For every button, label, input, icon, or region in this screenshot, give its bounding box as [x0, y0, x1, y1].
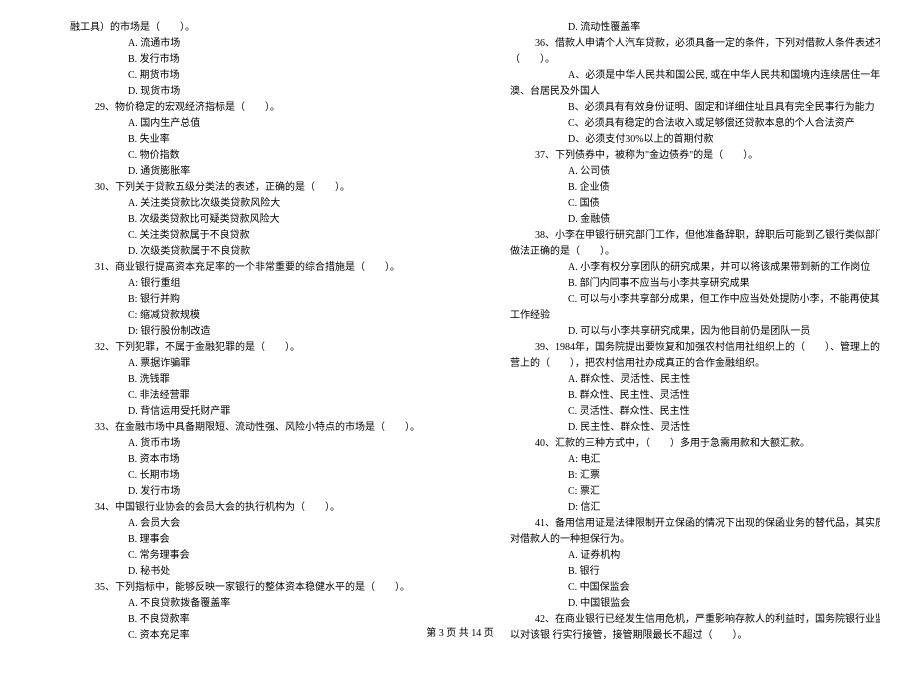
text-line: 41、备用信用证是法律限制开立保函的情况下出现的保函业务的替代品，其实质也是（ …: [480, 516, 880, 532]
text-line: B、必须具有有效身份证明、固定和详细住址且具有完全民事行为能力: [480, 100, 880, 116]
text-line: B: 银行并购: [40, 292, 440, 308]
text-line: 39、1984年，国务院提出要恢复和加强农村信用社组织上的（ ）、管理上的（ ）…: [480, 340, 880, 356]
text-line: D. 秘书处: [40, 564, 440, 580]
right-column: D. 流动性覆盖率36、借款人申请个人汽车贷款，必须具备一定的条件，下列对借款人…: [480, 20, 880, 644]
text-line: A. 关注类贷款比次级类贷款风险大: [40, 196, 440, 212]
text-line: A、必须是中华人民共和国公民, 或在中华人民共和国境内连续居住一年以上(含一年)…: [480, 68, 880, 84]
text-line: A: 银行重组: [40, 276, 440, 292]
text-line: C. 长期市场: [40, 468, 440, 484]
text-line: A. 流通市场: [40, 36, 440, 52]
text-line: D. 发行市场: [40, 484, 440, 500]
text-line: B. 发行市场: [40, 52, 440, 68]
text-line: D. 背信运用受托财产罪: [40, 404, 440, 420]
text-line: D: 信汇: [480, 500, 880, 516]
text-line: 37、下列债券中，被称为"金边债券"的是（ ）。: [480, 148, 880, 164]
text-line: D: 银行股份制改造: [40, 324, 440, 340]
page-footer: 第 3 页 共 14 页: [0, 626, 920, 642]
text-line: B. 次级类贷款比可疑类贷款风险大: [40, 212, 440, 228]
text-line: A. 公司债: [480, 164, 880, 180]
text-line: B. 理事会: [40, 532, 440, 548]
text-line: 34、中国银行业协会的会员大会的执行机构为（ ）。: [40, 500, 440, 516]
text-line: D. 现货市场: [40, 84, 440, 100]
text-line: B. 洗钱罪: [40, 372, 440, 388]
text-line: B. 企业债: [480, 180, 880, 196]
text-line: 29、物价稳定的宏观经济指标是（ ）。: [40, 100, 440, 116]
text-line: C、必须具有稳定的合法收入或足够偿还贷款本息的个人合法资产: [480, 116, 880, 132]
text-line: 35、下列指标中，能够反映一家银行的整体资本稳健水平的是（ ）。: [40, 580, 440, 596]
text-line: C. 常务理事会: [40, 548, 440, 564]
text-line: C. 非法经营罪: [40, 388, 440, 404]
text-line: C: 票汇: [480, 484, 880, 500]
text-line: D. 通货膨胀率: [40, 164, 440, 180]
text-line: C. 关注类贷款属于不良贷款: [40, 228, 440, 244]
text-line: D. 金融债: [480, 212, 880, 228]
text-line: A. 货币市场: [40, 436, 440, 452]
text-line: D. 民主性、群众性、灵活性: [480, 420, 880, 436]
text-line: C. 国债: [480, 196, 880, 212]
text-line: D. 中国银监会: [480, 596, 880, 612]
page-content: 融工具）的市场是（ ）。A. 流通市场B. 发行市场C. 期货市场D. 现货市场…: [0, 0, 920, 674]
text-line: C. 期货市场: [40, 68, 440, 84]
text-line: C: 缩减贷款规模: [40, 308, 440, 324]
text-line: 31、商业银行提高资本充足率的一个非常重要的综合措施是（ ）。: [40, 260, 440, 276]
text-line: 30、下列关于贷款五级分类法的表述，正确的是（ ）。: [40, 180, 440, 196]
text-line: 33、在金融市场中具备期限短、流动性强、风险小特点的市场是（ ）。: [40, 420, 440, 436]
text-line: 36、借款人申请个人汽车贷款，必须具备一定的条件，下列对借款人条件表述不当的是: [480, 36, 880, 52]
text-line: 营上的（ ），把农村信用社办成真正的合作金融组织。: [480, 356, 880, 372]
text-line: B. 银行: [480, 564, 880, 580]
text-line: A. 国内生产总值: [40, 116, 440, 132]
text-line: B. 部门内同事不应当与小李共享研究成果: [480, 276, 880, 292]
text-line: B: 汇票: [480, 468, 880, 484]
left-column: 融工具）的市场是（ ）。A. 流通市场B. 发行市场C. 期货市场D. 现货市场…: [40, 20, 440, 644]
text-line: （ ）。: [480, 52, 880, 68]
text-line: B. 失业率: [40, 132, 440, 148]
text-line: 32、下列犯罪，不属于金融犯罪的是（ ）。: [40, 340, 440, 356]
text-line: B. 资本市场: [40, 452, 440, 468]
text-line: A. 群众性、灵活性、民主性: [480, 372, 880, 388]
text-line: 融工具）的市场是（ ）。: [40, 20, 440, 36]
text-line: A. 票据诈骗罪: [40, 356, 440, 372]
text-line: D. 次级类贷款属于不良贷款: [40, 244, 440, 260]
text-line: A. 会员大会: [40, 516, 440, 532]
text-line: C. 物价指数: [40, 148, 440, 164]
text-line: 对借款人的一种担保行为。: [480, 532, 880, 548]
text-line: D. 可以与小李共享研究成果，因为他目前仍是团队一员: [480, 324, 880, 340]
text-line: A. 不良贷款拨备覆盖率: [40, 596, 440, 612]
text-line: C. 中国保监会: [480, 580, 880, 596]
text-line: 做法正确的是（ ）。: [480, 244, 880, 260]
text-line: C. 可以与小李共享部分成果，但工作中应当处处提防小李，不能再使其利用团队资源增…: [480, 292, 880, 308]
text-line: D. 流动性覆盖率: [480, 20, 880, 36]
text-line: A. 证券机构: [480, 548, 880, 564]
text-line: 澳、台居民及外国人: [480, 84, 880, 100]
text-line: A: 电汇: [480, 452, 880, 468]
text-line: 工作经验: [480, 308, 880, 324]
text-line: 40、汇款的三种方式中，（ ）多用于急需用款和大额汇款。: [480, 436, 880, 452]
text-line: D、必须支付30%以上的首期付款: [480, 132, 880, 148]
text-line: 38、小李在甲银行研究部门工作，但他准备辞职，辞职后可能到乙银行类似部门工作，则…: [480, 228, 880, 244]
text-line: A. 小李有权分享团队的研究成果，并可以将该成果带到新的工作岗位: [480, 260, 880, 276]
text-line: B. 群众性、民主性、灵活性: [480, 388, 880, 404]
text-line: C. 灵活性、群众性、民主性: [480, 404, 880, 420]
